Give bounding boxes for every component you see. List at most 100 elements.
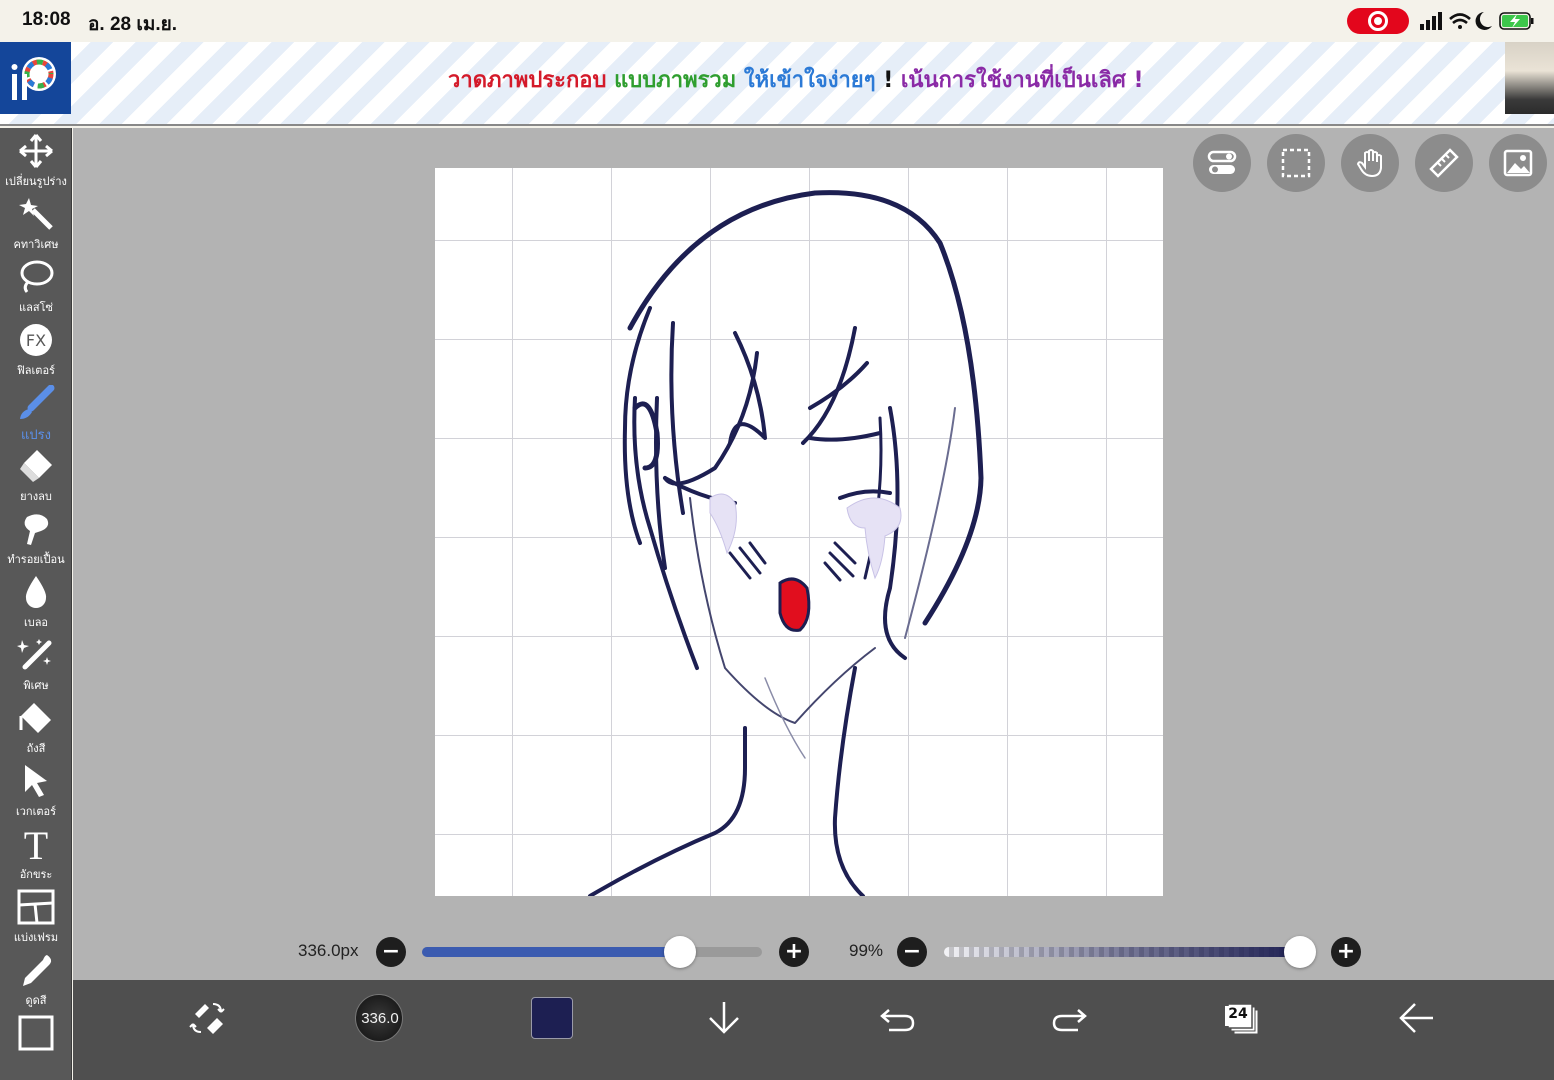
reference-image-button[interactable]	[1489, 134, 1547, 192]
undo-button[interactable]	[869, 994, 925, 1044]
tool-magic-wand[interactable]: คทาวิเศษ	[0, 193, 72, 256]
banner-text-segment: เน้นการใช้งานที่เป็นเลิศ !	[900, 68, 1144, 93]
special-pen-icon	[17, 639, 52, 670]
move-arrows-icon	[19, 134, 53, 168]
down-arrow-button[interactable]	[696, 994, 752, 1044]
toggle-button[interactable]	[1193, 134, 1251, 192]
brush-size-slider-fill	[422, 947, 681, 957]
tool-smudge[interactable]: ทำรอยเปื้อน	[0, 508, 72, 571]
eyedropper-icon	[23, 955, 52, 986]
tool-label: อักขระ	[19, 868, 53, 881]
canvas-area[interactable]: 336.0px − + 99% − +	[73, 128, 1554, 980]
banner-text-segment: ให้เข้าใจง่ายๆ	[743, 68, 884, 93]
color-swatch[interactable]	[531, 997, 573, 1039]
tool-label: พิเศษ	[23, 679, 49, 692]
selection-icon	[1281, 148, 1311, 178]
magic-wand-icon	[19, 198, 53, 230]
toggle-icon	[1207, 150, 1237, 174]
brush-size-increase-button[interactable]: +	[779, 937, 809, 967]
paint-bucket-icon	[19, 703, 51, 733]
banner-text: วาดภาพประกอบ แบบภาพรวม ให้เข้าใจง่ายๆ ! …	[448, 62, 1143, 97]
eraser-icon	[20, 450, 52, 482]
banner-text-segment: !	[883, 68, 901, 93]
signal-icon	[1420, 12, 1442, 30]
selection-button[interactable]	[1267, 134, 1325, 192]
brush-size-label: 336.0px	[298, 941, 359, 960]
tool-special[interactable]: พิเศษ	[0, 634, 72, 697]
ad-banner[interactable]: วาดภาพประกอบ แบบภาพรวม ให้เข้าใจง่ายๆ ! …	[0, 42, 1554, 126]
bottom-toolbar: 336.0	[73, 980, 1554, 1080]
text-icon: T	[24, 826, 48, 862]
tool-label: ดูดสี	[25, 994, 47, 1007]
brush-size-slider[interactable]	[422, 947, 762, 957]
tool-label: คทาวิเศษ	[13, 238, 59, 251]
canvas-square-icon	[18, 1015, 54, 1051]
brush-opacity-slider-knob[interactable]	[1284, 936, 1317, 968]
tool-label: เปลี่ยนรูปร่าง	[5, 175, 67, 188]
banner-character-image	[1505, 42, 1554, 114]
redo-icon	[1052, 1009, 1087, 1032]
status-icons	[1420, 12, 1534, 30]
tool-filter[interactable]: FX ฟิลเตอร์	[0, 319, 72, 382]
image-icon	[1503, 149, 1533, 177]
blur-drop-icon	[25, 576, 47, 608]
drawing-canvas[interactable]	[435, 168, 1163, 896]
layer-count: 24	[1225, 1006, 1251, 1026]
status-date: อ. 28 เม.ย.	[88, 14, 178, 35]
sketch-artwork	[588, 190, 984, 896]
ruler-button[interactable]	[1415, 134, 1473, 192]
hand-icon	[1356, 149, 1382, 178]
svg-text:FX: FX	[26, 331, 46, 350]
tool-vector[interactable]: เวกเตอร์	[0, 760, 72, 823]
hand-button[interactable]	[1341, 134, 1399, 192]
brush-opacity-decrease-button[interactable]: −	[897, 937, 927, 967]
brush-size-decrease-button[interactable]: −	[376, 937, 406, 967]
tool-text[interactable]: T อักขระ	[0, 823, 72, 886]
tool-label: ทำรอยเปื้อน	[7, 553, 65, 566]
tool-label: แลสโซ่	[19, 301, 53, 314]
vector-cursor-icon	[25, 765, 47, 797]
lasso-icon	[20, 260, 54, 293]
down-arrow-icon	[709, 1002, 739, 1034]
brush-preview[interactable]: 336.0	[355, 994, 403, 1042]
svg-text:T: T	[24, 826, 48, 862]
tool-label: ยางลบ	[20, 490, 52, 503]
tool-canvas[interactable]	[0, 1012, 72, 1075]
brush-size-slider-knob[interactable]	[664, 936, 697, 968]
wifi-icon	[1449, 13, 1471, 29]
swap-tool-button[interactable]	[179, 994, 235, 1044]
tool-lasso[interactable]: แลสโซ่	[0, 256, 72, 319]
battery-charging-icon	[1499, 12, 1534, 30]
status-time: 18:08	[22, 9, 71, 30]
moon-icon	[1475, 12, 1492, 30]
status-bar: 18:08 อ. 28 เม.ย.	[0, 0, 1554, 42]
tool-paint-bucket[interactable]: ถังสี	[0, 697, 72, 760]
undo-icon	[880, 1009, 915, 1032]
tool-eraser[interactable]: ยางลบ	[0, 445, 72, 508]
brush-icon	[20, 385, 55, 419]
frame-divider-icon	[17, 889, 55, 925]
banner-text-segment: แบบภาพรวม	[614, 68, 744, 93]
smudge-icon	[24, 514, 49, 545]
tool-label: เบลอ	[23, 616, 49, 629]
tool-brush[interactable]: แปรง	[0, 382, 72, 445]
tool-eyedropper[interactable]: ดูดสี	[0, 949, 72, 1012]
screen-recording-indicator[interactable]	[1347, 8, 1409, 34]
tool-label: แบ่งเฟรม	[13, 931, 59, 944]
brush-opacity-label: 99%	[849, 941, 884, 960]
tool-label: แปรง	[21, 428, 51, 443]
back-arrow-icon	[1399, 1003, 1433, 1033]
redo-button[interactable]	[1042, 994, 1098, 1044]
tool-transform[interactable]: เปลี่ยนรูปร่าง	[0, 130, 72, 193]
tool-label: ฟิลเตอร์	[17, 364, 55, 377]
banner-text-segment: วาดภาพประกอบ	[448, 68, 615, 93]
tool-blur[interactable]: เบลอ	[0, 571, 72, 634]
back-button[interactable]	[1389, 994, 1445, 1044]
fx-filter-icon: FX	[20, 324, 52, 356]
swap-tool-icon	[189, 1003, 225, 1034]
ruler-icon	[1429, 148, 1459, 178]
brush-opacity-slider[interactable]	[944, 947, 1304, 957]
ibispaint-logo	[0, 42, 71, 114]
tool-frame-divider[interactable]: แบ่งเฟรม	[0, 886, 72, 949]
brush-opacity-increase-button[interactable]: +	[1331, 937, 1361, 967]
